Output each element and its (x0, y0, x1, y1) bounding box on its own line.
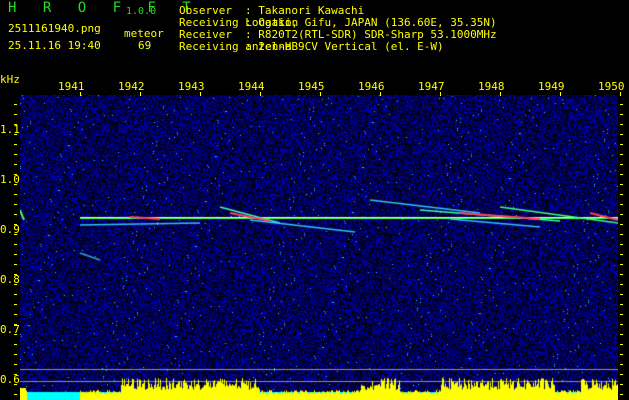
y-tick (620, 184, 623, 185)
y-tick (14, 144, 17, 145)
y-tick (14, 314, 17, 315)
y-tick (14, 214, 17, 215)
y-tick (620, 224, 623, 225)
y-tick (620, 144, 623, 145)
y-tick (620, 324, 623, 325)
y-tick (620, 234, 623, 235)
y-tick (620, 284, 623, 285)
y-tick (620, 264, 623, 265)
y-tick (14, 274, 17, 275)
y-tick (620, 344, 623, 345)
y-tick (620, 294, 623, 295)
y-tick (620, 124, 623, 125)
x-tick (260, 92, 261, 96)
y-tick (14, 394, 17, 395)
y-tick (14, 244, 17, 245)
y-tick (14, 184, 17, 185)
x-tick (560, 92, 561, 96)
app-title: H R O F F T (8, 0, 200, 16)
y-tick (620, 164, 623, 165)
y-tick (14, 304, 17, 305)
y-tick (620, 374, 623, 375)
y-tick (620, 254, 623, 255)
y-tick (620, 214, 623, 215)
x-tick (500, 92, 501, 96)
y-tick (620, 134, 623, 135)
y-tick (14, 284, 17, 285)
y-tick (14, 354, 17, 355)
y-tick (14, 254, 17, 255)
x-tick (80, 92, 81, 96)
y-tick (14, 154, 17, 155)
y-tick (14, 104, 17, 105)
x-tick (200, 92, 201, 96)
meteor-count: 69 (138, 39, 152, 52)
y-tick (620, 174, 623, 175)
y-tick (620, 104, 623, 105)
y-tick (620, 364, 623, 365)
y-tick (620, 394, 623, 395)
x-tick (440, 92, 441, 96)
y-tick (14, 294, 17, 295)
y-tick (14, 374, 17, 375)
y-tick (620, 204, 623, 205)
y-tick (14, 164, 17, 165)
spectrogram (20, 95, 618, 400)
y-tick (620, 384, 623, 385)
y-tick (620, 304, 623, 305)
y-tick (620, 244, 623, 245)
y-tick (14, 234, 17, 235)
y-tick (620, 314, 623, 315)
y-tick (620, 354, 623, 355)
file-name: 2511161940.png (8, 22, 101, 35)
y-tick (620, 194, 623, 195)
y-tick (14, 174, 17, 175)
y-tick (14, 364, 17, 365)
y-tick (14, 384, 17, 385)
info-value: : 2el-HB9CV Vertical (el. E-W) (245, 40, 444, 53)
app-version: 1.0.0 (126, 6, 157, 17)
y-tick (14, 344, 17, 345)
y-tick (14, 134, 17, 135)
file-datetime: 25.11.16 19:40 (8, 39, 101, 52)
y-tick (620, 274, 623, 275)
y-tick (14, 264, 17, 265)
y-tick (620, 114, 623, 115)
y-unit-label: kHz (0, 73, 20, 86)
x-tick (380, 92, 381, 96)
y-tick (620, 334, 623, 335)
x-tick (140, 92, 141, 96)
y-tick (620, 154, 623, 155)
y-tick (14, 204, 17, 205)
x-tick (620, 92, 621, 96)
y-tick (14, 194, 17, 195)
x-tick (320, 92, 321, 96)
y-tick (14, 124, 17, 125)
y-tick (14, 114, 17, 115)
y-tick (14, 224, 17, 225)
y-tick (14, 334, 17, 335)
y-tick (14, 324, 17, 325)
